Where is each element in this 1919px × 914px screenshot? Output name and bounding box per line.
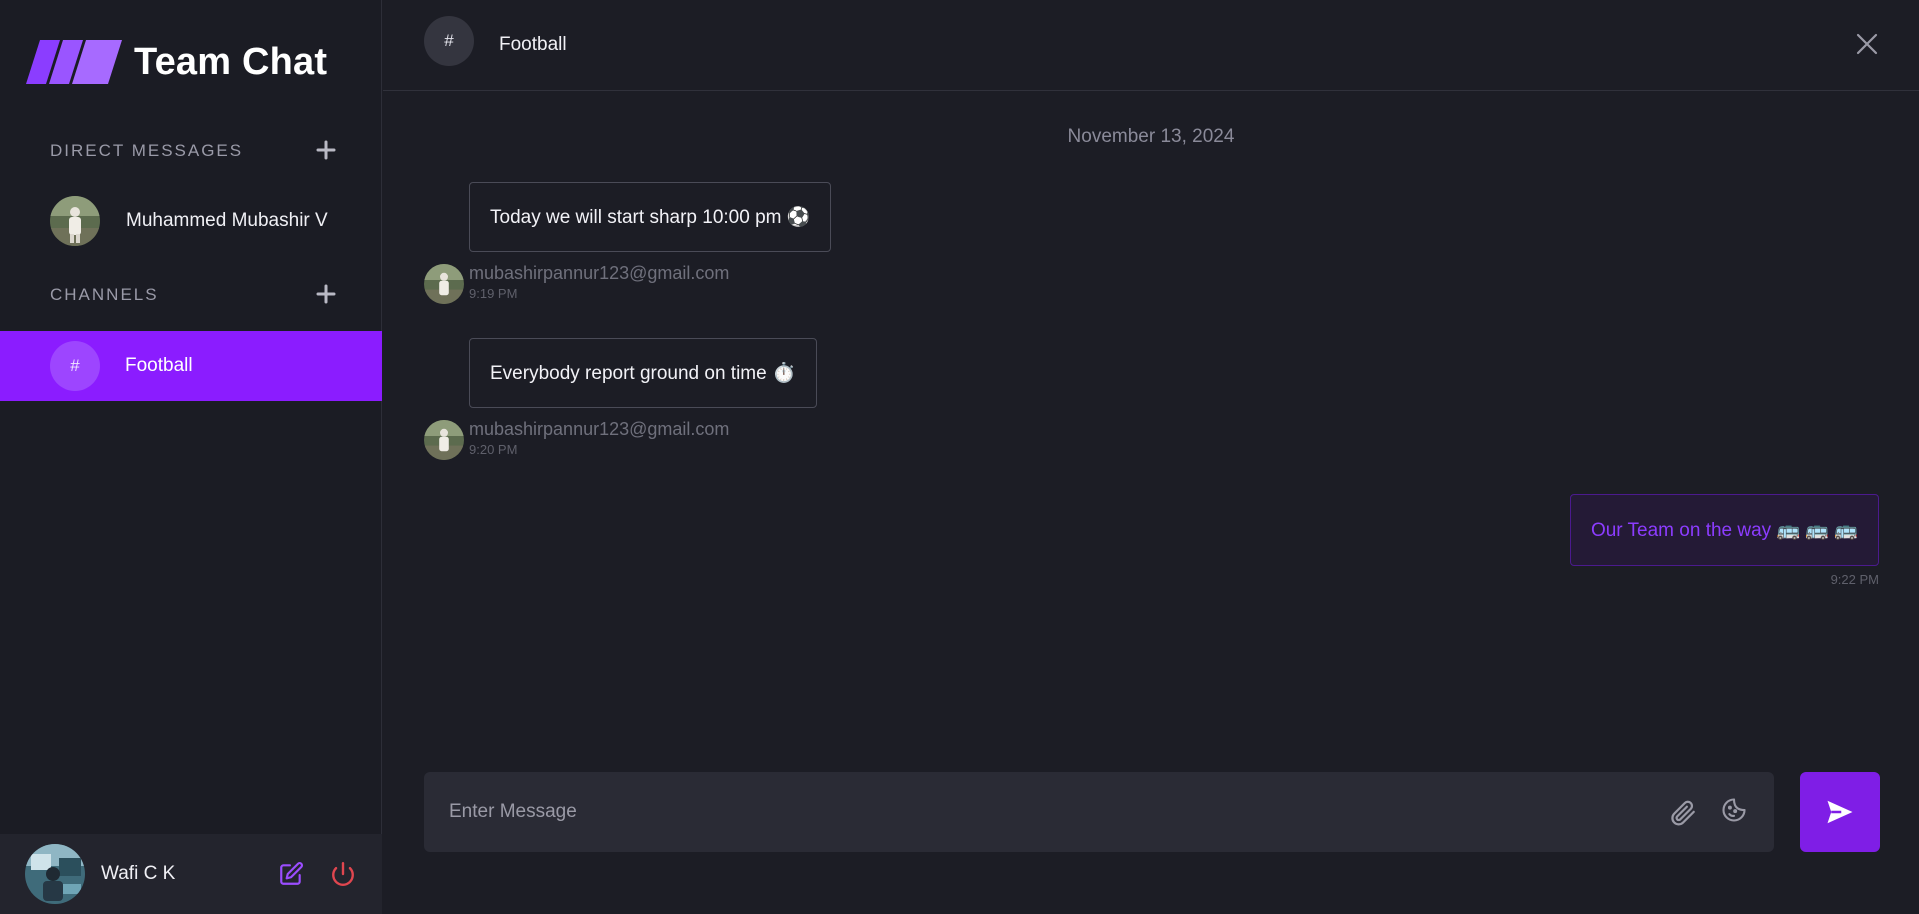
- dm-item-muhammed-mubashir[interactable]: Muhammed Mubashir V: [50, 196, 328, 246]
- message-bubble: Everybody report ground on time ⏱️: [469, 338, 817, 408]
- edit-icon[interactable]: [278, 861, 304, 887]
- dm-name: Muhammed Mubashir V: [126, 210, 328, 231]
- own-message-bubble: Our Team on the way 🚌 🚌 🚌: [1569, 494, 1879, 566]
- brand: Team Chat: [26, 40, 327, 84]
- sender-avatar: [424, 420, 464, 460]
- chat-header: # Football: [383, 0, 1919, 91]
- chat-panel: # Football November 13, 2024 Today we wi…: [383, 0, 1919, 914]
- message-bubble: Today we will start sharp 10:00 pm ⚽: [469, 182, 832, 252]
- emoji-icon[interactable]: [1720, 796, 1748, 824]
- paperclip-icon[interactable]: [1667, 798, 1697, 828]
- channels-label: CHANNELS: [50, 285, 159, 304]
- channels-header: CHANNELS: [50, 280, 336, 310]
- message-time: 9:19 PM: [469, 286, 518, 301]
- person-photo-icon: [50, 196, 100, 246]
- logo-icon: [26, 40, 122, 84]
- send-button[interactable]: [1800, 772, 1880, 852]
- date-divider: November 13, 2024: [1067, 126, 1235, 147]
- current-user-bar: Wafi C K: [0, 834, 382, 914]
- sender-email: mubashirpannur123@gmail.com: [469, 263, 730, 283]
- message-meta: mubashirpannur123@gmail.com 9:19 PM: [424, 262, 729, 304]
- direct-messages-label: DIRECT MESSAGES: [50, 141, 244, 160]
- channel-hash-icon: #: [50, 341, 100, 391]
- message-composer: [424, 772, 1774, 852]
- message-time: 9:20 PM: [469, 442, 518, 457]
- plus-icon: [316, 140, 336, 160]
- add-direct-message-button[interactable]: [316, 136, 336, 166]
- message-meta: mubashirpannur123@gmail.com 9:20 PM: [424, 418, 729, 460]
- channel-name: Football: [125, 355, 193, 376]
- add-channel-button[interactable]: [316, 280, 336, 310]
- own-message-time: 9:22 PM: [1830, 572, 1879, 587]
- sidebar: Team Chat DIRECT MESSAGES Muhammed Mubas…: [0, 0, 382, 914]
- channel-item-football[interactable]: # Football: [0, 331, 382, 401]
- chat-title: Football: [499, 34, 567, 55]
- team-chat-app: Team Chat DIRECT MESSAGES Muhammed Mubas…: [0, 0, 1919, 914]
- sender-email: mubashirpannur123@gmail.com: [469, 419, 730, 439]
- user-photo-icon: [25, 844, 85, 904]
- direct-messages-header: DIRECT MESSAGES: [50, 136, 336, 166]
- sender-avatar: [424, 264, 464, 304]
- close-icon[interactable]: [1855, 32, 1879, 56]
- user-actions: [278, 861, 356, 887]
- meta-text: mubashirpannur123@gmail.com 9:19 PM: [469, 262, 729, 301]
- plus-icon: [316, 284, 336, 304]
- user-avatar[interactable]: [25, 844, 85, 904]
- app-title: Team Chat: [134, 40, 328, 83]
- message-input[interactable]: [424, 772, 1624, 852]
- meta-text: mubashirpannur123@gmail.com 9:20 PM: [469, 418, 729, 457]
- user-name: Wafi C K: [101, 863, 176, 884]
- avatar: [50, 196, 100, 246]
- channel-hash-icon: #: [424, 16, 474, 66]
- person-photo-icon: [424, 420, 464, 460]
- send-icon: [1827, 800, 1853, 824]
- power-icon[interactable]: [330, 861, 356, 887]
- person-photo-icon: [424, 264, 464, 304]
